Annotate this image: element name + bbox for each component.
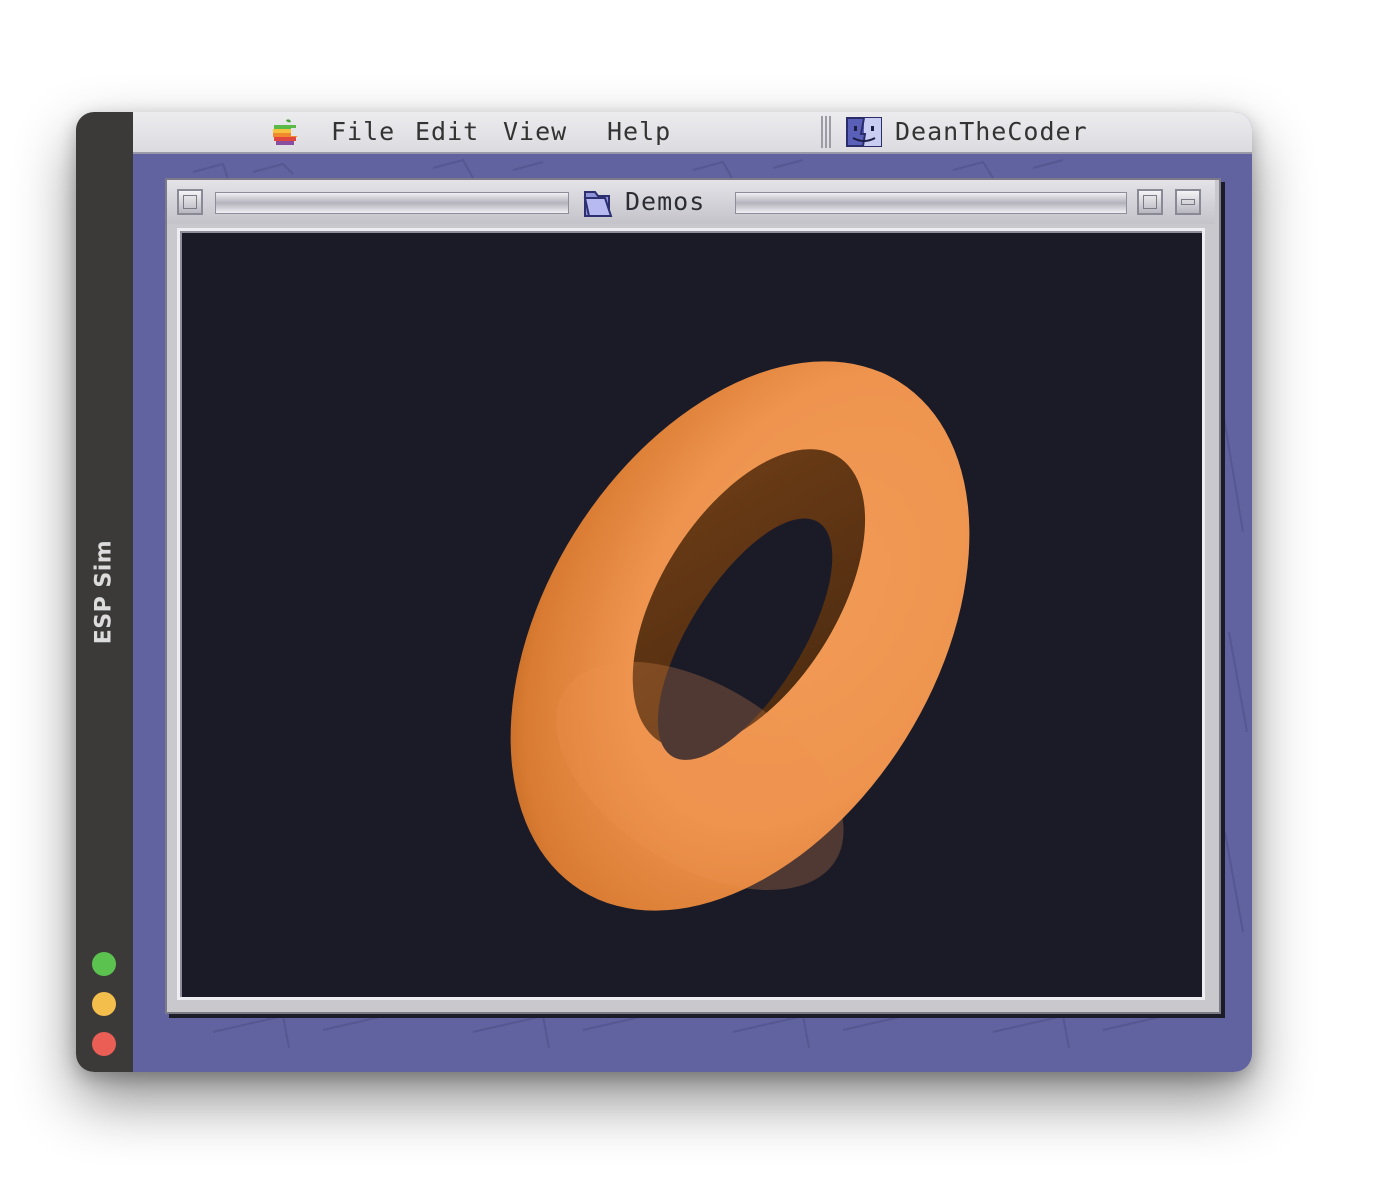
sim-sidebar: ESP Sim	[76, 112, 133, 1072]
sim-title: ESP Sim	[91, 539, 117, 645]
window-title: Demos	[625, 187, 706, 216]
active-app-label[interactable]: DeanTheCoder	[895, 116, 1088, 148]
window-content	[177, 228, 1205, 1000]
menubar: File Edit View Help DeanTheCoder	[133, 112, 1252, 154]
menu-file[interactable]: File	[331, 116, 395, 148]
finder-face-icon[interactable]	[845, 116, 883, 148]
minimize-light-button[interactable]	[92, 992, 116, 1016]
window-collapse-button[interactable]	[1175, 189, 1201, 215]
menu-help[interactable]: Help	[607, 116, 671, 148]
window-titlebar[interactable]: Demos	[167, 180, 1215, 224]
window-close-button[interactable]	[177, 189, 203, 215]
app-switcher-grip[interactable]	[821, 116, 831, 148]
demos-window: Demos	[165, 178, 1221, 1014]
folder-icon	[583, 191, 613, 217]
close-light-button[interactable]	[92, 1032, 116, 1056]
maximize-light-button[interactable]	[92, 952, 116, 976]
sim-app-window: ESP Sim File Edit View Help DeanTheCoder…	[76, 112, 1252, 1072]
emulated-screen: File Edit View Help DeanTheCoder Demos	[133, 112, 1252, 1072]
apple-rainbow-icon[interactable]	[269, 116, 301, 148]
torus-render	[510, 361, 970, 911]
titlebar-stripes-left	[215, 192, 569, 214]
titlebar-stripes-right	[735, 192, 1127, 214]
window-zoom-button[interactable]	[1137, 189, 1163, 215]
menu-edit[interactable]: Edit	[415, 116, 479, 148]
menu-view[interactable]: View	[503, 116, 567, 148]
